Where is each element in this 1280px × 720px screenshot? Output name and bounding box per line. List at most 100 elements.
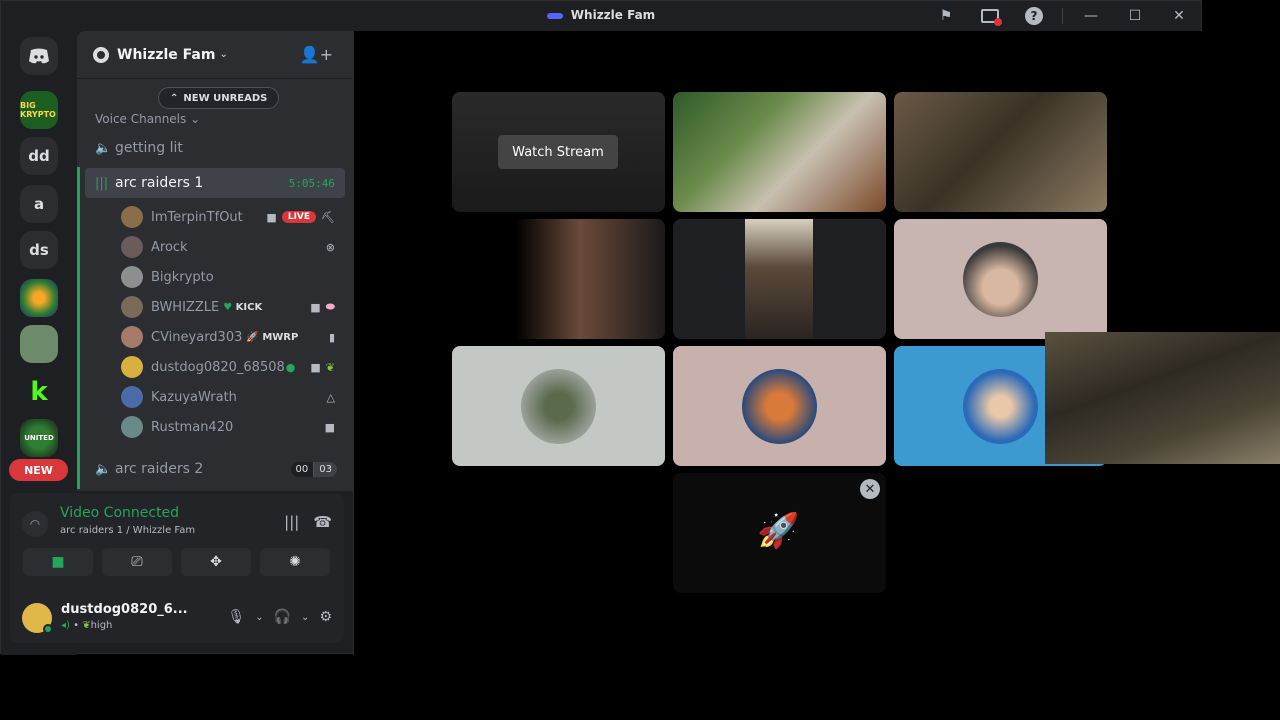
help-icon[interactable]: ? bbox=[1012, 1, 1056, 31]
member-name: CVineyard303 bbox=[151, 329, 243, 345]
speaker-icon: 🔈 bbox=[95, 140, 112, 156]
new-badge[interactable]: NEW bbox=[9, 459, 68, 481]
signal-icon[interactable]: ◠ bbox=[22, 511, 48, 537]
user-controls: 🎙 ⌄ 🎧 ⌄ ⚙ bbox=[227, 609, 332, 625]
member-status: ⊗ bbox=[326, 241, 335, 254]
title-bar: Whizzle Fam ⚑ ? — ☐ ✕ bbox=[1, 1, 1201, 31]
voice-member[interactable]: ImTerpinTfOut ■ LIVE ⛏ bbox=[121, 203, 341, 231]
title-bar-controls: ⚑ ? — ☐ ✕ bbox=[924, 1, 1201, 31]
server-header[interactable]: Whizzle Fam ⌄ 👤+ bbox=[77, 31, 353, 79]
member-status: ■ LIVE ⛏ bbox=[266, 211, 335, 224]
voice-member[interactable]: Rustman420 ■ bbox=[121, 413, 341, 441]
headphones-icon[interactable]: 🎧 bbox=[274, 609, 291, 625]
server-icon bbox=[546, 12, 563, 19]
invite-user-icon[interactable]: 👤+ bbox=[300, 45, 333, 64]
member-tag-label: KICK bbox=[235, 301, 263, 313]
channel-getting-lit[interactable]: 🔈 getting lit bbox=[85, 133, 345, 163]
voice-member[interactable]: Arock ⊗ bbox=[121, 233, 341, 261]
video-tile[interactable] bbox=[894, 92, 1107, 212]
close-icon[interactable]: ✕ bbox=[860, 479, 880, 499]
voice-connection-panel: ◠ Video Connected arc raiders 1 / Whizzl… bbox=[10, 493, 344, 643]
member-tag: ♥ KICK bbox=[223, 302, 262, 313]
title-separator bbox=[1062, 8, 1063, 24]
guild-ds[interactable]: ds bbox=[20, 231, 58, 269]
video-tile[interactable] bbox=[452, 219, 665, 339]
voice-member[interactable]: KazuyaWrath △ bbox=[121, 383, 341, 411]
soundboard-button[interactable]: ✺ bbox=[260, 548, 330, 576]
activity-icon: ⬬ bbox=[325, 300, 335, 313]
boost-tile[interactable]: ✕ 🚀 bbox=[673, 473, 886, 593]
channel-arc-raiders-2[interactable]: 🔈 arc raiders 2 00 03 bbox=[85, 454, 345, 484]
video-tile[interactable] bbox=[673, 92, 886, 212]
chevron-down-icon[interactable]: ⌄ bbox=[255, 612, 263, 623]
channel-label: arc raiders 1 bbox=[115, 175, 204, 191]
online-status-icon bbox=[43, 624, 53, 634]
channel-sidebar: Whizzle Fam ⌄ 👤+ ⌃ NEW UNREADS Voice Cha… bbox=[77, 31, 353, 491]
member-tag: 🚀 MWRP bbox=[246, 332, 298, 343]
user-name[interactable]: dustdog0820_6... bbox=[61, 602, 188, 617]
guild-bigkrypto[interactable]: BIG KRYPTO bbox=[20, 91, 58, 129]
member-name: Rustman420 bbox=[151, 419, 234, 435]
avatar-tile[interactable] bbox=[673, 346, 886, 466]
rocket-add-icon: 🚀 bbox=[757, 511, 800, 551]
screen-share-button[interactable]: ⎚ bbox=[102, 548, 172, 576]
disconnect-icon[interactable]: ☎ bbox=[313, 513, 332, 531]
channel-arc-raiders-1[interactable]: ||| arc raiders 1 5:05:46 bbox=[85, 168, 345, 198]
guild-united[interactable]: UNITED bbox=[20, 419, 58, 457]
watch-stream-button[interactable]: Watch Stream bbox=[498, 135, 618, 169]
activities-button[interactable]: ✥ bbox=[181, 548, 251, 576]
server-name: Whizzle Fam bbox=[117, 46, 216, 63]
new-unreads-label: NEW UNREADS bbox=[183, 92, 268, 104]
avatar-tile[interactable] bbox=[894, 219, 1107, 339]
guild-logo-1[interactable] bbox=[20, 279, 58, 317]
microphone-icon[interactable]: 🎙 bbox=[227, 609, 245, 625]
picture-in-picture-video[interactable] bbox=[1045, 332, 1280, 464]
minimize-button[interactable]: — bbox=[1069, 1, 1113, 31]
avatar-tile[interactable] bbox=[452, 346, 665, 466]
voice-member[interactable]: dustdog0820_68508 ● ■ ❦ bbox=[121, 353, 341, 381]
guild-kick[interactable]: k bbox=[20, 373, 58, 411]
video-tile[interactable] bbox=[673, 219, 886, 339]
avatar bbox=[121, 236, 143, 258]
discord-window: Whizzle Fam ⚑ ? — ☐ ✕ BIG KRYPTO dd a ds… bbox=[0, 0, 1202, 655]
user-limit: 03 bbox=[314, 461, 337, 477]
voice-location[interactable]: arc raiders 1 / Whizzle Fam bbox=[60, 525, 195, 536]
guild-a[interactable]: a bbox=[20, 185, 58, 223]
voice-member[interactable]: CVineyard303 🚀 MWRP ▮ bbox=[121, 323, 341, 351]
new-unreads-pill[interactable]: ⌃ NEW UNREADS bbox=[158, 87, 280, 109]
member-tag-label: MWRP bbox=[262, 331, 299, 343]
screen-share-icon[interactable] bbox=[968, 1, 1012, 31]
video-feed bbox=[745, 219, 813, 339]
avatar bbox=[121, 206, 143, 228]
leaf-icon: ❦ bbox=[325, 360, 335, 374]
chevron-down-icon: ⌄ bbox=[219, 49, 228, 60]
guild-logo-2[interactable] bbox=[20, 325, 58, 363]
activity-icon: ▮ bbox=[328, 330, 335, 344]
voice-member[interactable]: BWHIZZLE ♥ KICK ■ ⬬ bbox=[121, 293, 341, 321]
close-button[interactable]: ✕ bbox=[1157, 1, 1201, 31]
heart-icon: ● bbox=[285, 360, 296, 374]
camera-button[interactable]: ■ bbox=[23, 548, 93, 576]
guild-dd[interactable]: dd bbox=[20, 137, 58, 175]
category-voice-channels[interactable]: Voice Channels ⌄ bbox=[95, 112, 200, 126]
server-settings-icon bbox=[93, 46, 109, 63]
member-status: △ bbox=[327, 391, 335, 404]
stream-tile[interactable]: Watch Stream bbox=[452, 92, 665, 212]
member-status: ▮ bbox=[329, 331, 335, 344]
chevron-down-icon[interactable]: ⌄ bbox=[301, 612, 309, 623]
guild-a-label: a bbox=[33, 195, 45, 213]
member-status: ■ bbox=[325, 421, 335, 434]
guild-ds-label: ds bbox=[29, 241, 49, 259]
flag-icon[interactable]: ⚑ bbox=[924, 1, 968, 31]
gear-icon[interactable]: ⚙ bbox=[319, 609, 332, 625]
discord-home-icon[interactable] bbox=[20, 37, 58, 75]
user-panel: dustdog0820_6... ◂) • ❦high 🎙 ⌄ 🎧 ⌄ ⚙ bbox=[22, 601, 332, 637]
noise-suppression-icon[interactable]: ||| bbox=[284, 513, 299, 531]
maximize-button[interactable]: ☐ bbox=[1113, 1, 1157, 31]
active-voice-indicator bbox=[77, 167, 80, 489]
user-limit-badge: 00 03 bbox=[290, 461, 337, 477]
activities-icon: ✥ bbox=[210, 554, 222, 570]
camera-icon: ■ bbox=[324, 420, 335, 434]
voice-member[interactable]: Bigkrypto bbox=[121, 263, 341, 291]
voice-status-text[interactable]: Video Connected bbox=[60, 505, 179, 521]
